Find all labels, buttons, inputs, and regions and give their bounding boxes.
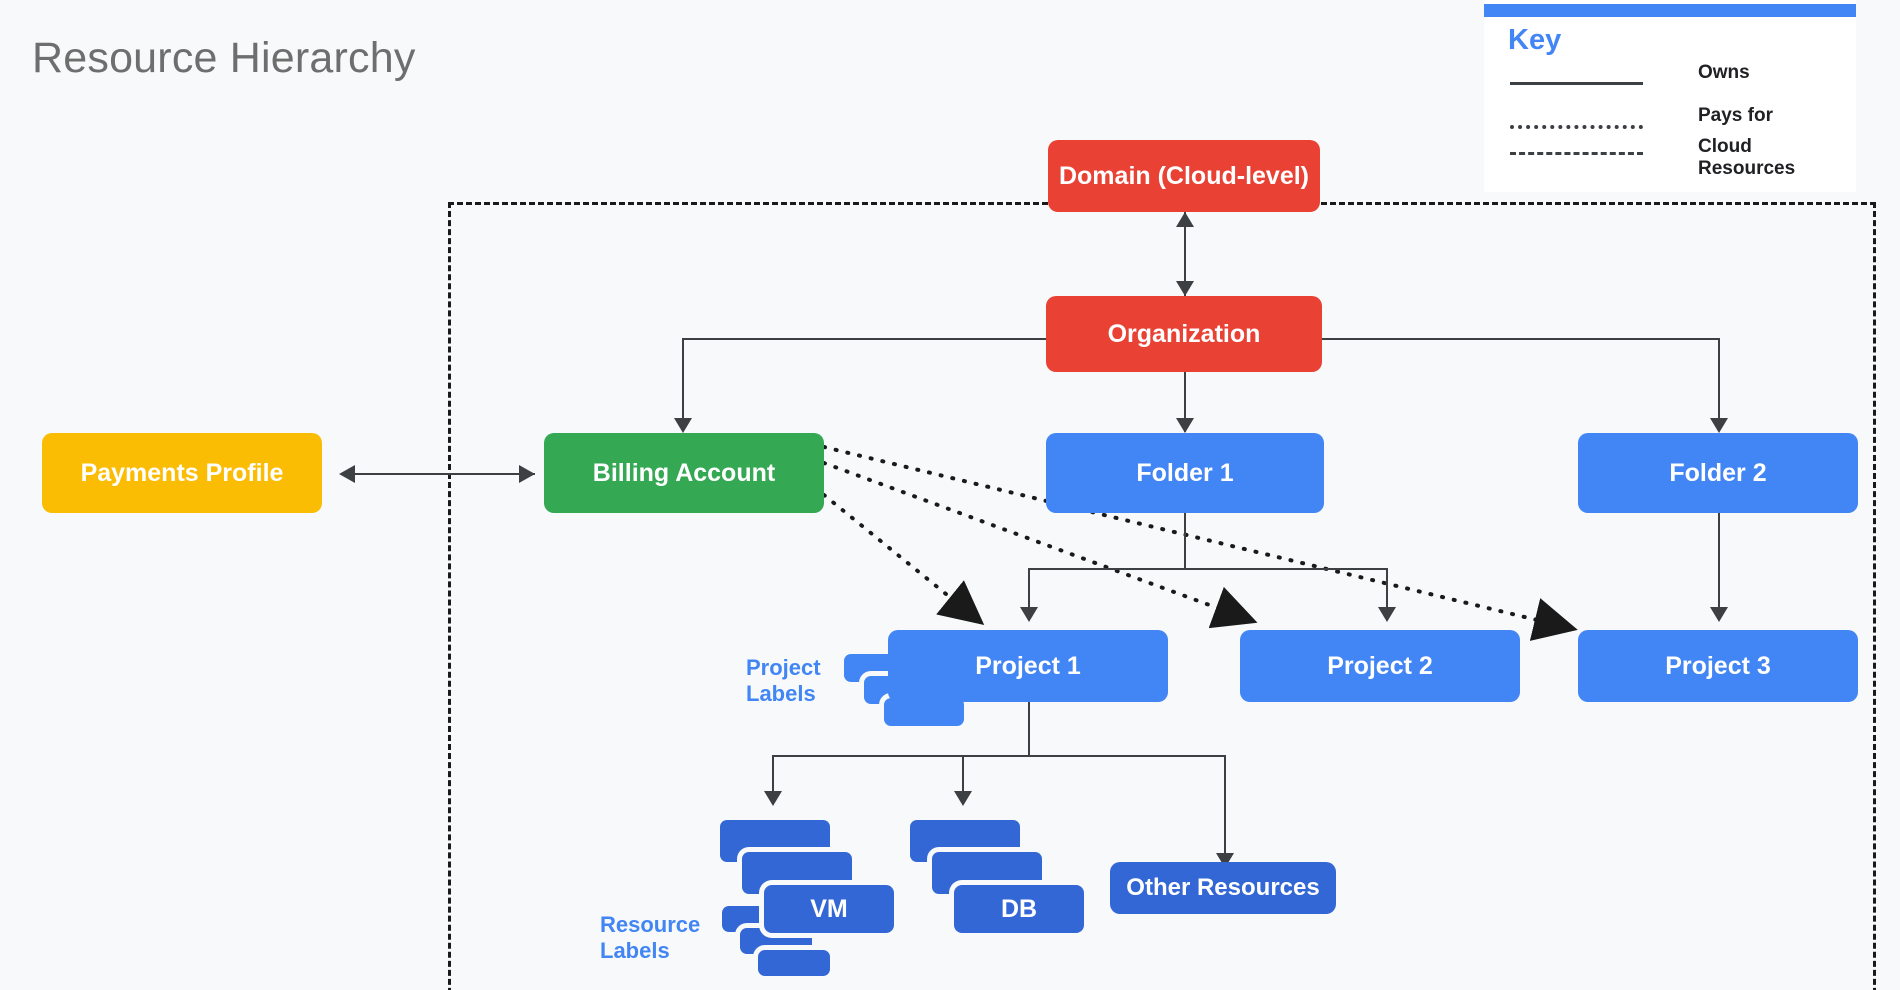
arrowhead-left-payments-profile — [339, 465, 355, 483]
node-project-1-label: Project 1 — [975, 651, 1081, 680]
diagram-canvas: Resource Hierarchy Key Owns Pays for Clo… — [0, 0, 1900, 990]
node-project-1[interactable]: Project 1 — [888, 630, 1168, 702]
node-vm[interactable]: VM — [764, 885, 894, 933]
node-project-3[interactable]: Project 3 — [1578, 630, 1858, 702]
arrowhead-up-domain — [1176, 212, 1194, 227]
arrowhead-folder-1 — [1176, 418, 1194, 433]
node-db-label: DB — [1000, 894, 1038, 923]
node-domain[interactable]: Domain (Cloud-level) — [1048, 140, 1320, 212]
node-project-2-label: Project 2 — [1327, 651, 1433, 680]
node-payments-profile[interactable]: Payments Profile — [42, 433, 322, 513]
label-chip-3 — [884, 698, 964, 726]
resource-labels-annotation: Resource Labels — [600, 912, 730, 964]
key-row-cloud-resources: Cloud Resources — [1508, 136, 1848, 184]
arrowhead-project-3 — [1710, 607, 1728, 622]
edge-payments-billing — [345, 473, 535, 475]
node-project-3-label: Project 3 — [1665, 651, 1771, 680]
key-legend-panel: Key Owns Pays for Cloud Resources — [1484, 0, 1856, 192]
key-accent-bar — [1484, 4, 1856, 17]
arrowhead-db — [954, 791, 972, 806]
key-label-owns: Owns — [1698, 62, 1750, 83]
arrowhead-project-2 — [1378, 607, 1396, 622]
edge-project1-to-other-drop — [1224, 755, 1226, 862]
node-project-2[interactable]: Project 2 — [1240, 630, 1520, 702]
edge-organization-to-folder2-drop — [1718, 338, 1720, 423]
arrowhead-right-billing-account — [519, 465, 535, 483]
key-title: Key — [1508, 24, 1562, 56]
resource-label-chip-3 — [758, 950, 830, 976]
page-title: Resource Hierarchy — [32, 34, 416, 82]
arrowhead-vm — [764, 791, 782, 806]
edge-folder1-down-stub — [1184, 505, 1186, 569]
node-folder-2-label: Folder 2 — [1669, 458, 1767, 487]
arrowhead-down-organization — [1176, 281, 1194, 296]
node-organization-label: Organization — [1107, 319, 1261, 348]
resource-labels-line-1: Resource — [600, 912, 701, 937]
edge-project1-down-stub — [1028, 702, 1030, 757]
resource-labels-line-2: Labels — [600, 938, 670, 963]
node-payments-profile-label: Payments Profile — [80, 458, 284, 487]
node-other-resources-label: Other Resources — [1126, 874, 1320, 902]
node-vm-label: VM — [810, 894, 848, 923]
edge-organization-to-billing-drop — [682, 338, 684, 423]
dotted-line-sample-icon — [1510, 125, 1643, 129]
node-db[interactable]: DB — [954, 885, 1084, 933]
node-domain-label: Domain (Cloud-level) — [1058, 161, 1309, 190]
edge-folder2-to-project3 — [1718, 505, 1720, 615]
edge-project1-bus — [772, 755, 1224, 757]
dashed-line-sample-icon — [1510, 152, 1643, 155]
key-label-cloud-resources: Cloud Resources — [1698, 136, 1796, 179]
project-labels-line-2: Labels — [746, 681, 816, 706]
edge-folder1-bus — [1028, 568, 1388, 570]
project-labels-line-1: Project — [746, 655, 821, 680]
node-billing-account-label: Billing Account — [592, 458, 776, 487]
arrowhead-billing-account — [674, 418, 692, 433]
key-row-owns: Owns — [1508, 62, 1848, 102]
key-label-pays-for: Pays for — [1698, 105, 1773, 126]
node-folder-1-label: Folder 1 — [1136, 458, 1234, 487]
project-labels-annotation: Project Labels — [746, 655, 856, 707]
node-folder-2[interactable]: Folder 2 — [1578, 433, 1858, 513]
node-other-resources[interactable]: Other Resources — [1110, 862, 1336, 914]
arrowhead-project-1 — [1020, 607, 1038, 622]
node-folder-1[interactable]: Folder 1 — [1046, 433, 1324, 513]
node-billing-account[interactable]: Billing Account — [544, 433, 824, 513]
arrowhead-folder-2 — [1710, 418, 1728, 433]
node-organization[interactable]: Organization — [1046, 296, 1322, 372]
solid-line-sample-icon — [1510, 82, 1643, 85]
